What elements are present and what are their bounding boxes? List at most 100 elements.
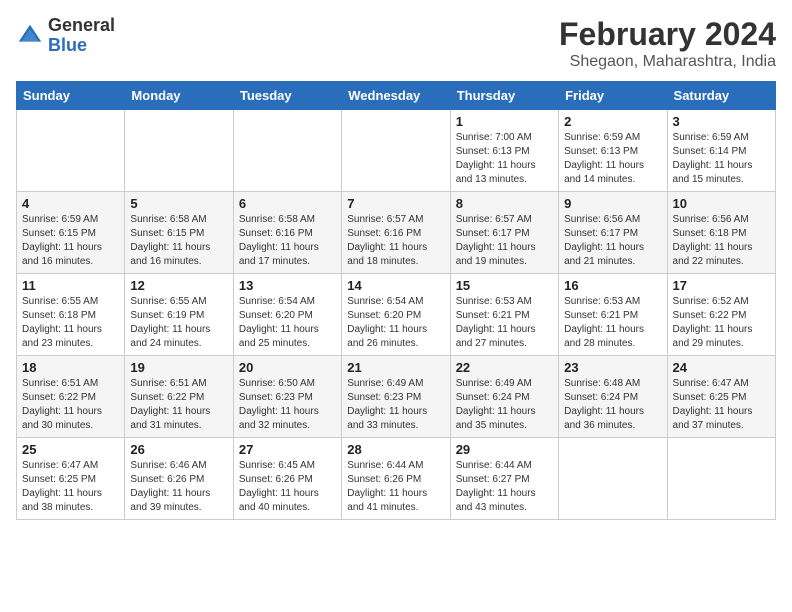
calendar-cell: 5 Sunrise: 6:58 AM Sunset: 6:15 PM Daylig… xyxy=(125,192,233,274)
week-row-1: 4 Sunrise: 6:59 AM Sunset: 6:15 PM Daylig… xyxy=(17,192,776,274)
location: Shegaon, Maharashtra, India xyxy=(559,53,776,71)
calendar-cell xyxy=(559,438,667,520)
day-info: Sunrise: 6:46 AM Sunset: 6:26 PM Dayligh… xyxy=(130,459,227,515)
day-info: Sunrise: 6:57 AM Sunset: 6:16 PM Dayligh… xyxy=(347,213,444,269)
day-number: 5 xyxy=(130,196,227,211)
weekday-header-sunday: Sunday xyxy=(17,82,125,110)
calendar-cell: 17 Sunrise: 6:52 AM Sunset: 6:22 PM Dayli… xyxy=(667,274,775,356)
calendar-cell xyxy=(17,110,125,192)
calendar-cell: 24 Sunrise: 6:47 AM Sunset: 6:25 PM Dayli… xyxy=(667,356,775,438)
logo-icon xyxy=(16,22,44,50)
day-number: 23 xyxy=(564,360,661,375)
calendar-cell: 14 Sunrise: 6:54 AM Sunset: 6:20 PM Dayli… xyxy=(342,274,450,356)
calendar-cell: 19 Sunrise: 6:51 AM Sunset: 6:22 PM Dayli… xyxy=(125,356,233,438)
day-info: Sunrise: 6:51 AM Sunset: 6:22 PM Dayligh… xyxy=(130,377,227,433)
day-info: Sunrise: 6:53 AM Sunset: 6:21 PM Dayligh… xyxy=(564,295,661,351)
calendar-cell: 12 Sunrise: 6:55 AM Sunset: 6:19 PM Dayli… xyxy=(125,274,233,356)
day-number: 12 xyxy=(130,278,227,293)
day-info: Sunrise: 6:59 AM Sunset: 6:13 PM Dayligh… xyxy=(564,131,661,187)
day-info: Sunrise: 6:51 AM Sunset: 6:22 PM Dayligh… xyxy=(22,377,119,433)
weekday-header-friday: Friday xyxy=(559,82,667,110)
week-row-0: 1 Sunrise: 7:00 AM Sunset: 6:13 PM Daylig… xyxy=(17,110,776,192)
weekday-header-wednesday: Wednesday xyxy=(342,82,450,110)
calendar-cell: 22Sunrise: 6:49 AM Sunset: 6:24 PM Dayli… xyxy=(450,356,558,438)
day-info: Sunrise: 6:59 AM Sunset: 6:15 PM Dayligh… xyxy=(22,213,119,269)
calendar-cell: 21 Sunrise: 6:49 AM Sunset: 6:23 PM Dayli… xyxy=(342,356,450,438)
day-info: Sunrise: 6:49 AM Sunset: 6:23 PM Dayligh… xyxy=(347,377,444,433)
day-number: 7 xyxy=(347,196,444,211)
weekday-header-thursday: Thursday xyxy=(450,82,558,110)
day-number: 28 xyxy=(347,442,444,457)
logo-general: General xyxy=(48,15,115,35)
day-number: 21 xyxy=(347,360,444,375)
weekday-header-saturday: Saturday xyxy=(667,82,775,110)
day-number: 9 xyxy=(564,196,661,211)
calendar-cell: 7 Sunrise: 6:57 AM Sunset: 6:16 PM Daylig… xyxy=(342,192,450,274)
day-info: Sunrise: 6:44 AM Sunset: 6:26 PM Dayligh… xyxy=(347,459,444,515)
day-info: Sunrise: 6:44 AM Sunset: 6:27 PM Dayligh… xyxy=(456,459,553,515)
calendar-cell: 15 Sunrise: 6:53 AM Sunset: 6:21 PM Dayli… xyxy=(450,274,558,356)
calendar-cell xyxy=(667,438,775,520)
day-number: 24 xyxy=(673,360,770,375)
day-info: Sunrise: 6:47 AM Sunset: 6:25 PM Dayligh… xyxy=(673,377,770,433)
day-number: 3 xyxy=(673,114,770,129)
day-info: Sunrise: 6:54 AM Sunset: 6:20 PM Dayligh… xyxy=(239,295,336,351)
day-info: Sunrise: 6:58 AM Sunset: 6:15 PM Dayligh… xyxy=(130,213,227,269)
month-title: February 2024 xyxy=(559,16,776,53)
calendar-cell: 3 Sunrise: 6:59 AM Sunset: 6:14 PM Daylig… xyxy=(667,110,775,192)
day-info: Sunrise: 6:54 AM Sunset: 6:20 PM Dayligh… xyxy=(347,295,444,351)
calendar-cell: 8 Sunrise: 6:57 AM Sunset: 6:17 PM Daylig… xyxy=(450,192,558,274)
weekday-header-row: SundayMondayTuesdayWednesdayThursdayFrid… xyxy=(17,82,776,110)
day-info: Sunrise: 6:53 AM Sunset: 6:21 PM Dayligh… xyxy=(456,295,553,351)
page-header: General Blue February 2024 Shegaon, Maha… xyxy=(16,16,776,71)
day-number: 14 xyxy=(347,278,444,293)
day-number: 19 xyxy=(130,360,227,375)
day-number: 25 xyxy=(22,442,119,457)
calendar-cell xyxy=(233,110,341,192)
day-info: Sunrise: 6:58 AM Sunset: 6:16 PM Dayligh… xyxy=(239,213,336,269)
day-number: 4 xyxy=(22,196,119,211)
day-number: 8 xyxy=(456,196,553,211)
title-block: February 2024 Shegaon, Maharashtra, Indi… xyxy=(559,16,776,71)
day-info: Sunrise: 6:56 AM Sunset: 6:17 PM Dayligh… xyxy=(564,213,661,269)
day-info: Sunrise: 6:55 AM Sunset: 6:19 PM Dayligh… xyxy=(130,295,227,351)
week-row-3: 18 Sunrise: 6:51 AM Sunset: 6:22 PM Dayli… xyxy=(17,356,776,438)
calendar-cell: 26 Sunrise: 6:46 AM Sunset: 6:26 PM Dayli… xyxy=(125,438,233,520)
day-info: Sunrise: 6:45 AM Sunset: 6:26 PM Dayligh… xyxy=(239,459,336,515)
day-number: 17 xyxy=(673,278,770,293)
day-number: 29 xyxy=(456,442,553,457)
day-number: 10 xyxy=(673,196,770,211)
day-info: Sunrise: 6:52 AM Sunset: 6:22 PM Dayligh… xyxy=(673,295,770,351)
day-info: Sunrise: 6:57 AM Sunset: 6:17 PM Dayligh… xyxy=(456,213,553,269)
day-info: Sunrise: 6:56 AM Sunset: 6:18 PM Dayligh… xyxy=(673,213,770,269)
calendar-cell: 20Sunrise: 6:50 AM Sunset: 6:23 PM Dayli… xyxy=(233,356,341,438)
logo-blue: Blue xyxy=(48,35,87,55)
weekday-header-monday: Monday xyxy=(125,82,233,110)
day-info: Sunrise: 6:55 AM Sunset: 6:18 PM Dayligh… xyxy=(22,295,119,351)
day-number: 15 xyxy=(456,278,553,293)
week-row-4: 25Sunrise: 6:47 AM Sunset: 6:25 PM Dayli… xyxy=(17,438,776,520)
day-info: Sunrise: 7:00 AM Sunset: 6:13 PM Dayligh… xyxy=(456,131,553,187)
day-number: 26 xyxy=(130,442,227,457)
day-number: 22 xyxy=(456,360,553,375)
day-info: Sunrise: 6:48 AM Sunset: 6:24 PM Dayligh… xyxy=(564,377,661,433)
calendar-cell: 1 Sunrise: 7:00 AM Sunset: 6:13 PM Daylig… xyxy=(450,110,558,192)
calendar-cell: 9 Sunrise: 6:56 AM Sunset: 6:17 PM Daylig… xyxy=(559,192,667,274)
day-number: 27 xyxy=(239,442,336,457)
day-info: Sunrise: 6:59 AM Sunset: 6:14 PM Dayligh… xyxy=(673,131,770,187)
day-number: 18 xyxy=(22,360,119,375)
day-number: 1 xyxy=(456,114,553,129)
day-number: 20 xyxy=(239,360,336,375)
calendar-cell: 29 Sunrise: 6:44 AM Sunset: 6:27 PM Dayli… xyxy=(450,438,558,520)
calendar-cell: 25Sunrise: 6:47 AM Sunset: 6:25 PM Dayli… xyxy=(17,438,125,520)
calendar-cell: 13Sunrise: 6:54 AM Sunset: 6:20 PM Dayli… xyxy=(233,274,341,356)
calendar-cell xyxy=(125,110,233,192)
calendar-cell: 27 Sunrise: 6:45 AM Sunset: 6:26 PM Dayli… xyxy=(233,438,341,520)
calendar-cell xyxy=(342,110,450,192)
calendar-cell: 23 Sunrise: 6:48 AM Sunset: 6:24 PM Dayli… xyxy=(559,356,667,438)
week-row-2: 11Sunrise: 6:55 AM Sunset: 6:18 PM Dayli… xyxy=(17,274,776,356)
calendar-cell: 4 Sunrise: 6:59 AM Sunset: 6:15 PM Daylig… xyxy=(17,192,125,274)
day-number: 16 xyxy=(564,278,661,293)
calendar-cell: 18 Sunrise: 6:51 AM Sunset: 6:22 PM Dayli… xyxy=(17,356,125,438)
calendar-cell: 16 Sunrise: 6:53 AM Sunset: 6:21 PM Dayli… xyxy=(559,274,667,356)
